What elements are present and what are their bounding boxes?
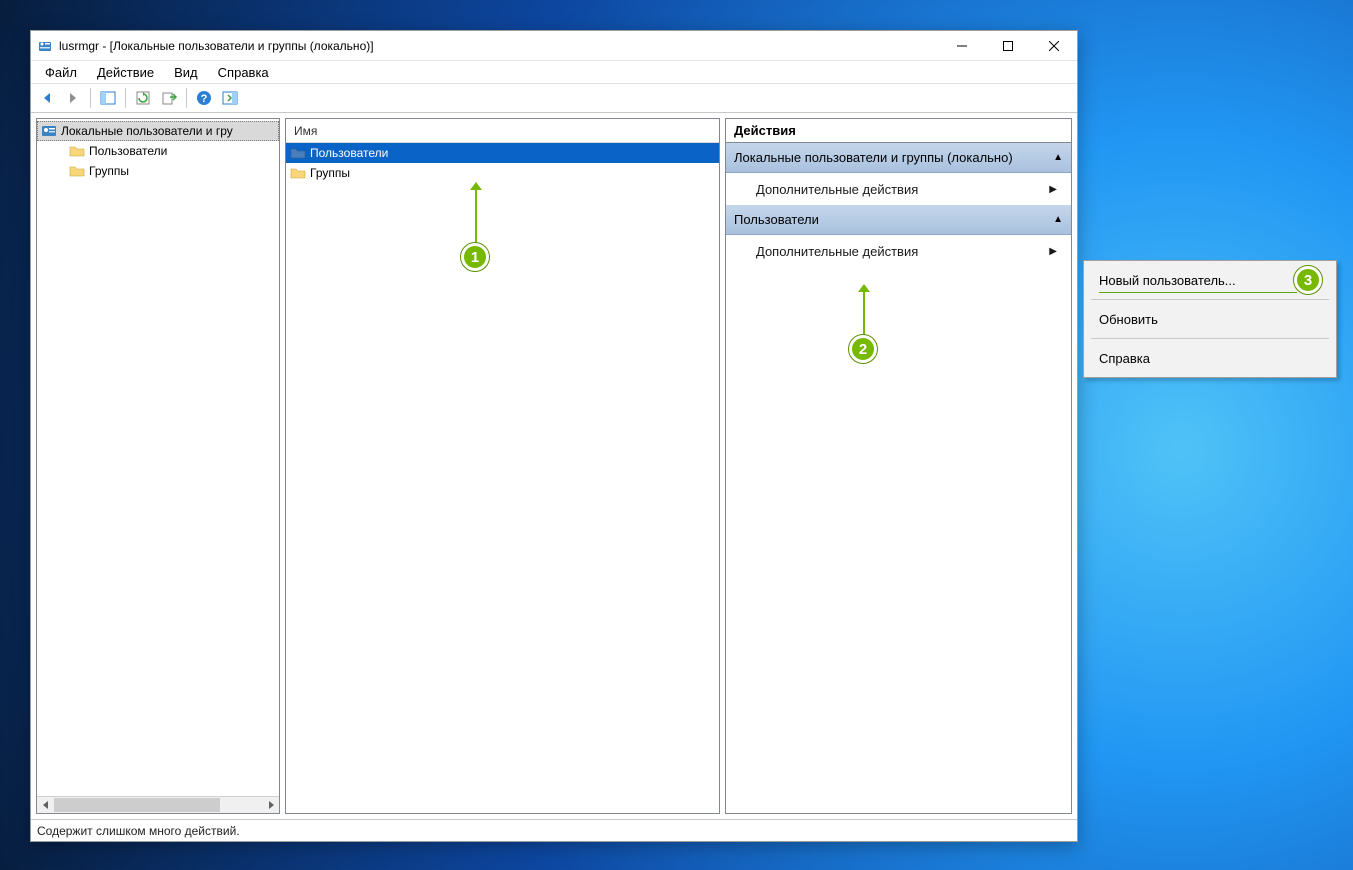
menubar: Файл Действие Вид Справка [31, 61, 1077, 83]
tree-item-label: Группы [89, 164, 129, 178]
actions-pane-title: Действия [726, 119, 1071, 143]
svg-text:?: ? [201, 93, 208, 105]
menu-item-label: Справка [1099, 351, 1150, 366]
tree-root[interactable]: Локальные пользователи и гру [37, 121, 279, 141]
arrow-right-icon [65, 90, 81, 106]
mmc-window: lusrmgr - [Локальные пользователи и груп… [30, 30, 1078, 842]
help-icon: ? [196, 90, 212, 106]
refresh-icon [135, 90, 151, 106]
scroll-track[interactable] [54, 797, 262, 813]
app-icon [37, 38, 53, 54]
help-button[interactable]: ? [192, 86, 216, 110]
list-column-name[interactable]: Имя [286, 119, 719, 143]
folder-icon [69, 143, 85, 159]
folder-icon [290, 145, 306, 161]
menu-item-label: Обновить [1099, 312, 1158, 327]
close-icon [1049, 41, 1059, 51]
workspace: Локальные пользователи и гру Пользовател… [31, 113, 1077, 819]
actions-section-root[interactable]: Локальные пользователи и группы (локальн… [726, 143, 1071, 173]
toolbar: ? [31, 83, 1077, 113]
export-icon [161, 90, 177, 106]
annotation-badge-2: 2 [849, 335, 877, 363]
list-item-groups[interactable]: Группы [286, 163, 719, 183]
actions-section-label: Локальные пользователи и группы (локальн… [734, 150, 1013, 165]
tree-item-groups[interactable]: Группы [37, 161, 279, 181]
list-item-label: Пользователи [310, 146, 388, 160]
menu-item-label: Новый пользователь... [1099, 273, 1236, 288]
back-button[interactable] [35, 86, 59, 110]
collapse-icon: ▲ [1053, 152, 1063, 163]
panel-icon [100, 90, 116, 106]
tree-pane: Локальные пользователи и гру Пользовател… [36, 118, 280, 814]
collapse-icon: ▲ [1053, 214, 1063, 225]
maximize-icon [1003, 41, 1013, 51]
titlebar[interactable]: lusrmgr - [Локальные пользователи и груп… [31, 31, 1077, 61]
list-pane: Имя Пользователи Группы [285, 118, 720, 814]
chevron-right-icon: ▶ [1049, 184, 1057, 195]
menu-help[interactable]: Справка [1087, 342, 1333, 374]
toolbar-separator [186, 88, 187, 108]
show-hide-tree-button[interactable] [96, 86, 120, 110]
forward-button[interactable] [61, 86, 85, 110]
panel-right-icon [222, 90, 238, 106]
annotation-arrow [475, 190, 477, 245]
toolbar-separator [125, 88, 126, 108]
arrow-left-icon [39, 90, 55, 106]
refresh-button[interactable] [131, 86, 155, 110]
annotation-badge-3: 3 [1294, 266, 1322, 294]
tree-item-users[interactable]: Пользователи [37, 141, 279, 161]
h-scrollbar[interactable] [37, 796, 279, 813]
actions-more-users[interactable]: Дополнительные действия ▶ [726, 235, 1071, 267]
folder-icon [290, 165, 306, 181]
menu-separator [1091, 299, 1329, 300]
statusbar: Содержит слишком много действий. [31, 819, 1077, 841]
export-button[interactable] [157, 86, 181, 110]
actions-pane: Действия Локальные пользователи и группы… [725, 118, 1072, 814]
show-hide-actions-button[interactable] [218, 86, 242, 110]
scroll-right-icon[interactable] [262, 797, 279, 814]
scroll-left-icon[interactable] [37, 797, 54, 814]
menu-view[interactable]: Вид [166, 63, 206, 82]
actions-section-label: Пользователи [734, 212, 819, 227]
menu-separator [1091, 338, 1329, 339]
scroll-thumb[interactable] [54, 798, 220, 812]
actions-link-label: Дополнительные действия [756, 244, 918, 259]
folder-icon [69, 163, 85, 179]
list-item-label: Группы [310, 166, 350, 180]
actions-section-users[interactable]: Пользователи ▲ [726, 205, 1071, 235]
tree-item-label: Пользователи [89, 144, 167, 158]
menu-help[interactable]: Справка [210, 63, 277, 82]
list-item-users[interactable]: Пользователи [286, 143, 719, 163]
status-text: Содержит слишком много действий. [37, 824, 240, 838]
minimize-icon [957, 41, 967, 51]
menu-file[interactable]: Файл [37, 63, 85, 82]
tree-root-label: Локальные пользователи и гру [61, 124, 233, 138]
close-button[interactable] [1031, 31, 1077, 61]
annotation-arrow [863, 292, 865, 337]
actions-more-root[interactable]: Дополнительные действия ▶ [726, 173, 1071, 205]
maximize-button[interactable] [985, 31, 1031, 61]
actions-link-label: Дополнительные действия [756, 182, 918, 197]
window-title: lusrmgr - [Локальные пользователи и груп… [59, 39, 374, 53]
minimize-button[interactable] [939, 31, 985, 61]
lusrmgr-icon [41, 123, 57, 139]
annotation-badge-1: 1 [461, 243, 489, 271]
toolbar-separator [90, 88, 91, 108]
menu-refresh[interactable]: Обновить [1087, 303, 1333, 335]
chevron-right-icon: ▶ [1049, 246, 1057, 257]
menu-action[interactable]: Действие [89, 63, 162, 82]
tree: Локальные пользователи и гру Пользовател… [37, 119, 279, 181]
